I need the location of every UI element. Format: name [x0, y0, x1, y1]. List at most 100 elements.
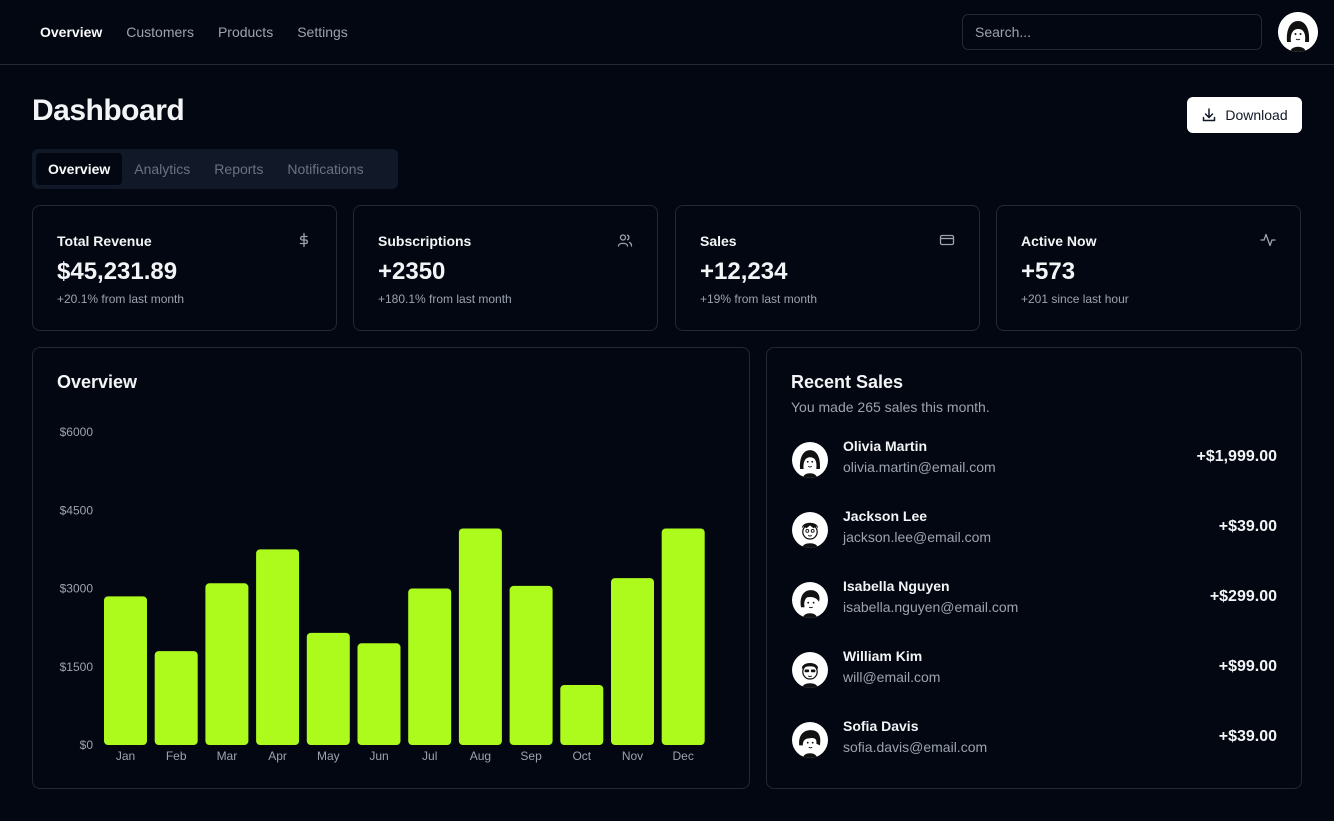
stat-title: Subscriptions [378, 233, 472, 249]
download-button-label: Download [1225, 107, 1288, 123]
sale-amount: +$99.00 [1218, 658, 1277, 675]
avatar [792, 722, 828, 758]
nav-link-settings[interactable]: Settings [297, 24, 348, 40]
y-axis-tick-label: $4500 [60, 503, 94, 517]
avatar-illustration [801, 522, 819, 548]
chart-bar-mar[interactable] [205, 583, 249, 745]
y-axis-tick-label: $3000 [60, 582, 94, 596]
user-avatar-illustration [1278, 12, 1318, 52]
stat-title: Sales [700, 233, 737, 249]
x-axis-tick-label: Feb [166, 749, 187, 763]
recent-sales-subtitle: You made 265 sales this month. [791, 399, 990, 415]
users-icon [617, 234, 633, 247]
customer-name: Sofia Davis [843, 718, 919, 734]
avatar [792, 512, 828, 548]
customer-email: sofia.davis@email.com [843, 739, 988, 755]
x-axis-tick-label: Mar [217, 749, 238, 763]
avatar-illustration [800, 590, 820, 618]
avatar-illustration [799, 730, 821, 758]
customer-email: will@email.com [843, 669, 941, 685]
chart-bar-sep[interactable] [509, 585, 553, 745]
user-avatar[interactable] [1278, 12, 1318, 52]
stat-value: $45,231.89 [57, 258, 178, 285]
sale-amount: +$299.00 [1209, 588, 1277, 605]
avatar-illustration [801, 663, 819, 688]
stat-title: Total Revenue [57, 233, 152, 249]
credit-card-icon [939, 234, 955, 246]
chart-bar-jun[interactable] [357, 643, 401, 745]
nav-link-customers[interactable]: Customers [126, 24, 194, 40]
y-axis-tick-label: $0 [80, 738, 94, 752]
customer-email: olivia.martin@email.com [843, 459, 996, 475]
chart-bar-dec[interactable] [661, 528, 705, 745]
chart-bar-may[interactable] [306, 632, 350, 745]
x-axis-tick-label: Nov [622, 749, 643, 763]
stat-value: +12,234 [700, 258, 788, 285]
x-axis-tick-label: Sep [520, 749, 542, 763]
tab-notifications[interactable]: Notifications [275, 153, 375, 185]
avatar [792, 652, 828, 688]
tab-analytics[interactable]: Analytics [122, 153, 202, 185]
sale-amount: +$39.00 [1218, 518, 1277, 535]
y-axis-tick-label: $6000 [60, 425, 94, 439]
customer-name: William Kim [843, 648, 923, 664]
nav-link-products[interactable]: Products [218, 24, 273, 40]
y-axis-tick-label: $1500 [60, 660, 94, 674]
overview-chart-card: Overview $0 $1500 $3000 $4500 $6000 Jan Feb Mar… [32, 347, 750, 789]
stat-card-sales: Sales +12,234 +19% from last month [675, 205, 980, 331]
stat-change: +180.1% from last month [378, 292, 512, 306]
x-axis-tick-label: Jun [369, 749, 388, 763]
x-axis-tick-label: Dec [673, 749, 694, 763]
recent-sales-title: Recent Sales [791, 372, 904, 392]
page-title: Dashboard [32, 94, 185, 127]
x-axis-tick-label: Jan [116, 749, 135, 763]
x-axis-tick-label: May [317, 749, 340, 763]
sale-list-item: Sofia Davis sofia.davis@email.com +$39.0… [791, 718, 1277, 762]
stat-card-subscriptions: Subscriptions +2350 +180.1% from last mo… [353, 205, 658, 331]
stat-change: +20.1% from last month [57, 292, 185, 306]
stat-value: +2350 [378, 258, 446, 285]
chart-bar-nov[interactable] [611, 578, 654, 745]
dashboard-tabs: Overview Analytics Reports Notifications [32, 149, 398, 189]
avatar [792, 442, 828, 478]
stat-card-total-revenue: Total Revenue $45,231.89 +20.1% from las… [32, 205, 337, 331]
chart-bar-aug[interactable] [458, 528, 502, 745]
x-axis-tick-label: Aug [470, 749, 491, 763]
customer-name: Jackson Lee [843, 508, 928, 524]
sale-list-item: Olivia Martin olivia.martin@email.com +$… [791, 438, 1277, 482]
dollar-icon [299, 232, 309, 248]
chart-bar-jul[interactable] [408, 588, 452, 746]
x-axis-tick-label: Oct [572, 749, 591, 763]
sale-list-item: William Kim will@email.com +$99.00 [791, 648, 1277, 692]
tab-reports[interactable]: Reports [202, 153, 275, 185]
customer-name: Isabella Nguyen [843, 578, 950, 594]
activity-icon [1260, 233, 1276, 247]
sale-list-item: Jackson Lee jackson.lee@email.com +$39.0… [791, 508, 1277, 552]
stat-title: Active Now [1021, 233, 1097, 249]
main-nav: Overview Customers Products Settings [40, 0, 348, 64]
chart-bar-apr[interactable] [256, 549, 300, 745]
stat-change: +201 since last hour [1021, 292, 1129, 306]
sale-list-item: Isabella Nguyen isabella.nguyen@email.co… [791, 578, 1277, 622]
sale-amount: +$1,999.00 [1196, 448, 1277, 465]
x-axis-tick-label: Apr [268, 749, 287, 763]
top-navigation: Overview Customers Products Settings [0, 0, 1334, 65]
customer-email: jackson.lee@email.com [843, 529, 992, 545]
avatar-illustration [799, 450, 821, 478]
chart-bar-jan[interactable] [104, 596, 147, 745]
chart-bar-feb[interactable] [154, 651, 198, 745]
overview-bar-chart: $0 $1500 $3000 $4500 $6000 Jan Feb Mar Apr May Jun… [60, 425, 705, 763]
customer-name: Olivia Martin [843, 438, 928, 454]
download-button[interactable]: Download [1187, 97, 1302, 133]
recent-sales-card: Recent Sales You made 265 sales this mon… [766, 347, 1302, 789]
x-axis-tick-label: Jul [422, 749, 437, 763]
chart-bar-oct[interactable] [560, 685, 604, 745]
sale-amount: +$39.00 [1218, 728, 1277, 745]
customer-email: isabella.nguyen@email.com [843, 599, 1019, 615]
stat-value: +573 [1021, 258, 1076, 285]
avatar [792, 582, 828, 618]
search-input[interactable] [962, 14, 1262, 50]
tab-overview[interactable]: Overview [36, 153, 123, 185]
nav-link-overview[interactable]: Overview [40, 24, 102, 40]
stat-card-active-now: Active Now +573 +201 since last hour [996, 205, 1301, 331]
